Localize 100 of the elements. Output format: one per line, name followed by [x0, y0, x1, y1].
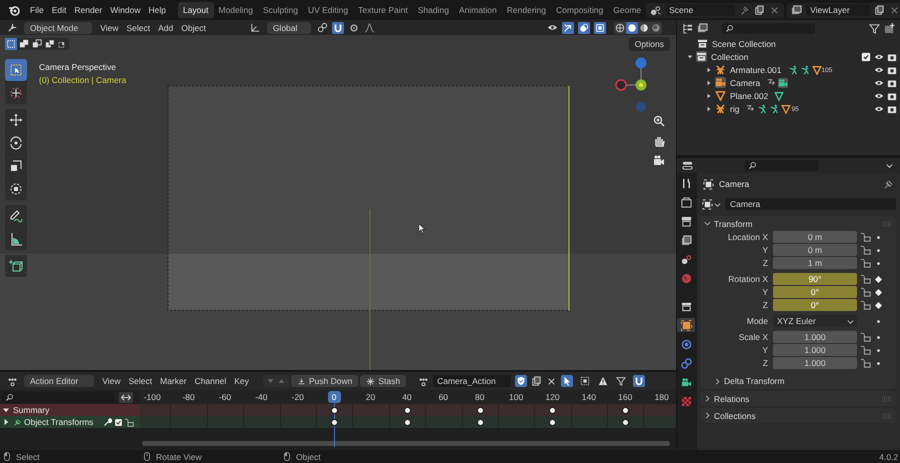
lock-icon[interactable]: [861, 300, 871, 310]
workspace-tab[interactable]: Compositing: [551, 2, 608, 18]
panel-header[interactable]: Collections: [700, 408, 896, 423]
copy-icon[interactable]: [754, 4, 766, 16]
caret-icon[interactable]: [714, 200, 721, 208]
keyframe[interactable]: [476, 406, 484, 414]
camera-icon[interactable]: [887, 52, 897, 62]
constraints-icon[interactable]: [680, 358, 692, 368]
object-tab[interactable]: [677, 318, 695, 332]
menu-item[interactable]: Render: [70, 5, 106, 15]
lock-icon[interactable]: [861, 358, 871, 368]
select-icon[interactable]: [9, 63, 23, 77]
pose-icon[interactable]: [800, 64, 810, 74]
workspace-tab[interactable]: Geome: [608, 2, 646, 18]
keyframe[interactable]: [331, 406, 338, 414]
new-collection-icon[interactable]: [884, 22, 895, 34]
keyframe[interactable]: [622, 406, 630, 414]
number-field[interactable]: 1.000: [773, 357, 857, 369]
texture-icon[interactable]: [680, 396, 692, 406]
options-button[interactable]: Options: [628, 36, 670, 50]
search-field[interactable]: [745, 160, 819, 171]
camera-icon[interactable]: [887, 104, 897, 114]
workspace-tab[interactable]: Rendering: [502, 2, 552, 18]
triangle-icon[interactable]: [812, 64, 822, 74]
snowflake-icon[interactable]: [366, 376, 376, 386]
camera-icon[interactable]: [887, 78, 897, 88]
lock-icon[interactable]: [861, 274, 871, 284]
scrollbar[interactable]: [142, 441, 670, 446]
menu-item[interactable]: Marker: [156, 376, 191, 386]
lock-icon[interactable]: [861, 345, 871, 355]
pose-icon[interactable]: [769, 104, 780, 114]
tool-icon[interactable]: [680, 178, 692, 188]
animate-dot-icon[interactable]: [875, 318, 882, 324]
drag-handle-icon[interactable]: [882, 220, 892, 226]
subpanel-header[interactable]: Delta Transform: [700, 373, 896, 389]
menu-item[interactable]: Object: [177, 22, 210, 32]
expand-icon[interactable]: [3, 419, 9, 425]
mesh-data-icon[interactable]: [774, 90, 784, 100]
object-name-field[interactable]: Camera: [725, 198, 896, 210]
number-field[interactable]: 90°: [773, 273, 857, 285]
expand-icon[interactable]: [706, 106, 712, 112]
display-mode-icon[interactable]: [682, 22, 693, 34]
animate-dot-icon[interactable]: [875, 246, 882, 254]
add-cube-tool[interactable]: [5, 255, 27, 277]
outliner-item[interactable]: Plane.002: [730, 90, 768, 100]
expand-icon[interactable]: [706, 92, 712, 98]
workspace-tab[interactable]: Layout: [178, 2, 214, 18]
action-icon[interactable]: [418, 376, 430, 386]
rotate-icon[interactable]: [9, 136, 23, 150]
close-icon[interactable]: [546, 376, 558, 386]
editor-mode-dropdown[interactable]: Action Editor: [24, 375, 94, 387]
workspace-tab[interactable]: UV Editing: [302, 2, 354, 18]
copy-icon[interactable]: [874, 4, 886, 16]
visibility-icon[interactable]: [547, 22, 558, 33]
keyframe[interactable]: [404, 418, 411, 426]
measure-icon[interactable]: [9, 232, 23, 246]
number-field[interactable]: 1.000: [773, 344, 857, 356]
editor-type-icon[interactable]: [7, 376, 18, 386]
number-field[interactable]: 1 m: [773, 257, 857, 269]
number-field[interactable]: 0 m: [773, 244, 857, 256]
transform-axes-icon[interactable]: [250, 22, 261, 33]
keyframe[interactable]: [476, 418, 484, 426]
falloff-curve-icon[interactable]: [364, 22, 376, 33]
triangle-icon[interactable]: [781, 104, 792, 114]
outliner-item[interactable]: rig: [730, 104, 740, 114]
physics-icon[interactable]: [680, 338, 692, 350]
lock-icon[interactable]: [861, 287, 871, 297]
search-icon[interactable]: [725, 24, 734, 32]
action-field[interactable]: Camera_Action: [433, 375, 512, 387]
object-type-dropdown[interactable]: [700, 198, 723, 210]
outliner-item[interactable]: Camera: [730, 78, 760, 88]
current-frame-indicator[interactable]: 0: [328, 391, 341, 403]
expand-icon[interactable]: [714, 378, 721, 384]
expand-icon[interactable]: [704, 395, 711, 402]
checkbox-icon[interactable]: [114, 418, 123, 426]
menu-item[interactable]: Key: [230, 376, 253, 386]
collection-icon[interactable]: [680, 300, 692, 312]
scale-icon[interactable]: [9, 159, 23, 173]
panel-header[interactable]: Relations: [700, 391, 896, 406]
pose-icon[interactable]: [788, 64, 798, 74]
menu-item[interactable]: Help: [144, 5, 170, 15]
lock-icon[interactable]: [861, 332, 871, 342]
workspace-tab[interactable]: Modeling: [214, 2, 258, 18]
scene-field[interactable]: Scene: [665, 4, 736, 16]
measure-tool[interactable]: [5, 228, 27, 250]
pose-icon[interactable]: [757, 104, 768, 114]
logo-icon[interactable]: [8, 4, 20, 16]
annotate-icon[interactable]: [9, 209, 23, 223]
orientation-dropdown[interactable]: Global: [266, 22, 312, 34]
keyframe[interactable]: [622, 418, 630, 426]
animate-dot-icon[interactable]: [875, 360, 882, 366]
keyframe[interactable]: [404, 406, 411, 414]
scene-icon[interactable]: [680, 254, 692, 264]
output-icon[interactable]: [680, 216, 692, 226]
zoom-icon[interactable]: [652, 114, 666, 128]
animate-dot-icon[interactable]: [875, 234, 882, 240]
cursor-icon[interactable]: [9, 86, 23, 100]
lock-icon[interactable]: [125, 418, 134, 426]
outliner-item[interactable]: Armature.001: [730, 64, 782, 74]
render-icon[interactable]: [680, 196, 692, 208]
